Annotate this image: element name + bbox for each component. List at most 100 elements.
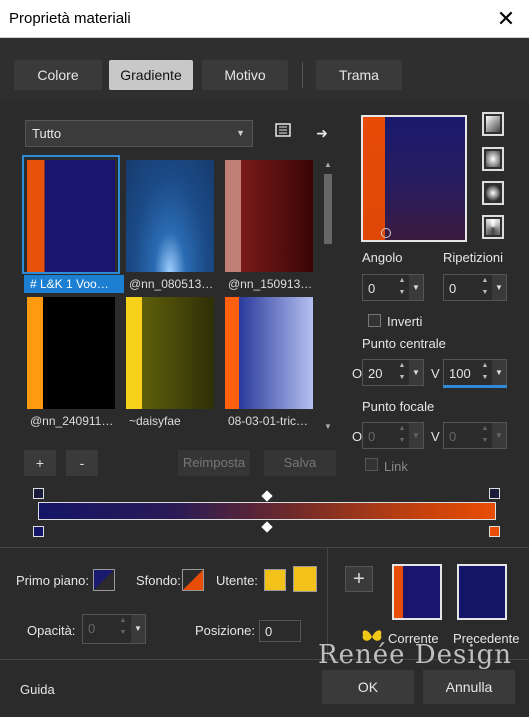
chevron-down-icon[interactable]: ▼ xyxy=(409,360,423,385)
top-left-stop-marker[interactable] xyxy=(33,488,44,499)
radial-style-icon[interactable] xyxy=(482,181,504,205)
help-link[interactable]: Guida xyxy=(20,682,55,697)
invert-checkbox[interactable] xyxy=(368,314,381,327)
gradient-swatch-caption: 08-03-01-tric… xyxy=(228,414,309,428)
gradient-editor-bar[interactable] xyxy=(38,502,496,520)
cancel-button[interactable]: Annulla xyxy=(423,670,515,704)
focus-underline xyxy=(443,385,507,388)
save-button[interactable]: Salva xyxy=(264,450,336,476)
top-right-stop-marker[interactable] xyxy=(489,488,500,499)
sunburst-style-icon[interactable] xyxy=(482,215,504,239)
center-v-spinner[interactable]: 100 ▲ ▼ ▼ xyxy=(443,359,507,388)
center-o-value: 20 xyxy=(368,366,383,381)
gradient-swatch-caption: @nn_150913… xyxy=(228,277,313,291)
chevron-down-icon[interactable]: ▼ xyxy=(492,360,506,385)
center-o-spinner[interactable]: 20 ▲ ▼ ▼ xyxy=(362,359,424,386)
arrow-right-icon[interactable]: ➜ xyxy=(311,122,333,144)
focal-o-value: 0 xyxy=(368,429,376,444)
gradient-preview[interactable] xyxy=(361,115,467,242)
gradient-swatch[interactable]: @nn_240911… xyxy=(24,294,118,428)
chevron-down-icon: ▼ xyxy=(236,128,245,138)
link-label: Link xyxy=(384,459,408,474)
library-scrollbar[interactable]: ▲ ▼ xyxy=(322,160,334,432)
tab-divider xyxy=(302,62,303,88)
chevron-down-icon[interactable]: ▼ xyxy=(323,422,333,432)
angle-value: 0 xyxy=(368,281,376,296)
gradient-swatch[interactable]: ~daisyfae xyxy=(123,294,217,428)
gradient-thumbnail xyxy=(126,297,214,409)
gradient-thumbnail xyxy=(126,160,214,272)
focal-point-label: Punto focale xyxy=(362,399,435,414)
focal-o-spinner[interactable]: 0 ▲ ▼ ▼ xyxy=(362,422,424,449)
chevron-down-icon[interactable]: ▼ xyxy=(131,615,145,643)
title-bar: Proprietà materiali ✕ xyxy=(0,0,529,38)
ok-button[interactable]: OK xyxy=(322,670,414,704)
gradient-swatch-caption: @nn_240911… xyxy=(30,414,114,428)
chevron-down-icon[interactable]: ▼ xyxy=(409,423,423,448)
spinner-arrows[interactable]: ▲ ▼ xyxy=(117,615,129,640)
focal-v-label: V xyxy=(431,429,440,444)
gradient-swatch[interactable]: @nn_080513… xyxy=(123,157,217,291)
spinner-arrows[interactable]: ▲ ▼ xyxy=(479,360,491,385)
category-select[interactable]: Tutto ▼ xyxy=(25,120,253,147)
invert-label: Inverti xyxy=(387,314,423,329)
current-gradient-chip[interactable] xyxy=(392,564,442,620)
spinner-arrows[interactable]: ▲ ▼ xyxy=(479,423,491,448)
center-v-label: V xyxy=(431,366,440,381)
chevron-up-icon[interactable]: ▲ xyxy=(323,160,333,170)
repeats-value: 0 xyxy=(449,281,457,296)
user-color-chip-large[interactable] xyxy=(293,566,317,592)
chevron-down-icon[interactable]: ▼ xyxy=(409,275,423,300)
left-color-stop-marker[interactable] xyxy=(33,526,44,537)
background-chip[interactable] xyxy=(182,569,204,591)
linear-style-icon[interactable] xyxy=(482,112,504,136)
right-color-stop-marker[interactable] xyxy=(489,526,500,537)
gradient-thumbnail xyxy=(225,160,313,272)
remove-gradient-button[interactable]: - xyxy=(66,450,98,476)
previous-color-chip[interactable] xyxy=(457,564,507,620)
chevron-down-icon[interactable]: ▼ xyxy=(492,275,506,300)
gradient-thumbnail xyxy=(27,160,115,272)
tab-trama[interactable]: Trama xyxy=(316,60,402,90)
gradient-swatch[interactable]: # L&K 1 Voo… xyxy=(22,155,124,293)
watermark-text: Renée Design xyxy=(318,640,513,670)
tab-gradiente[interactable]: Gradiente xyxy=(109,60,193,90)
spinner-arrows[interactable]: ▲ ▼ xyxy=(396,275,408,300)
user-color-chip[interactable] xyxy=(264,569,286,591)
link-checkbox[interactable] xyxy=(365,458,378,471)
gradient-swatch[interactable]: @nn_150913… xyxy=(222,157,316,291)
add-gradient-button[interactable]: + xyxy=(24,450,56,476)
foreground-chip[interactable] xyxy=(93,569,115,591)
spinner-arrows[interactable]: ▲ ▼ xyxy=(396,423,408,448)
window-title: Proprietà materiali xyxy=(9,10,131,27)
focal-v-spinner[interactable]: 0 ▲ ▼ ▼ xyxy=(443,422,507,449)
spinner-arrows[interactable]: ▲ ▼ xyxy=(396,360,408,385)
opacity-label: Opacità: xyxy=(27,623,76,638)
add-swatch-button[interactable]: + xyxy=(345,566,373,592)
repeats-spinner[interactable]: 0 ▲ ▼ ▼ xyxy=(443,274,507,301)
center-handle[interactable] xyxy=(381,228,391,238)
book-icon[interactable] xyxy=(272,122,294,144)
close-icon[interactable]: ✕ xyxy=(493,6,519,32)
position-field[interactable]: 0 xyxy=(259,620,301,642)
chevron-down-icon[interactable]: ▼ xyxy=(492,423,506,448)
scrollbar-thumb[interactable] xyxy=(324,174,332,244)
reset-button[interactable]: Reimposta xyxy=(178,450,250,476)
gradient-swatch[interactable]: 08-03-01-tric… xyxy=(222,294,316,428)
angle-spinner[interactable]: 0 ▲ ▼ ▼ xyxy=(362,274,424,301)
spinner-arrows[interactable]: ▲ ▼ xyxy=(479,275,491,300)
foreground-label: Primo piano: xyxy=(16,573,89,588)
tab-motivo[interactable]: Motivo xyxy=(202,60,288,90)
gradient-swatch-caption: @nn_080513… xyxy=(129,277,214,291)
gradient-swatch-caption: ~daisyfae xyxy=(129,414,181,428)
opacity-spinner[interactable]: 0 ▲ ▼ ▼ xyxy=(82,614,146,644)
tab-bar: Colore Gradiente Motivo Trama xyxy=(0,38,529,100)
tab-colore[interactable]: Colore xyxy=(14,60,102,90)
rectangular-style-icon[interactable] xyxy=(482,147,504,171)
gradient-preview-stripe xyxy=(363,117,385,240)
angle-label: Angolo xyxy=(362,250,403,265)
gradient-swatch-caption: # L&K 1 Voo… xyxy=(24,275,124,293)
gradient-thumbnail xyxy=(225,297,313,409)
focal-o-label: O xyxy=(352,429,363,444)
focal-v-value: 0 xyxy=(449,429,457,444)
